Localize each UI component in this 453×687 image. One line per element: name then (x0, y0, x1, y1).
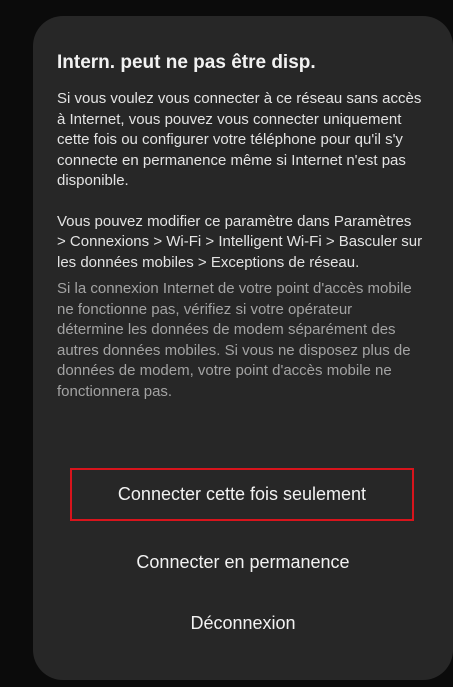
no-internet-dialog: Intern. peut ne pas être disp. Si vous v… (33, 16, 453, 680)
connect-always-button[interactable]: Connecter en permanence (33, 551, 453, 573)
dialog-title: Intern. peut ne pas être disp. (57, 52, 316, 73)
settings-path-note: Vous pouvez modifier ce paramètre dans P… (57, 212, 423, 271)
dialog-description: Si vous voulez vous connecter à ce résea… (57, 90, 422, 189)
hotspot-warning-note: Si la connexion Internet de votre point … (57, 280, 412, 400)
connect-once-button[interactable]: Connecter cette fois seulement (70, 468, 414, 521)
disconnect-button[interactable]: Déconnexion (33, 612, 453, 634)
